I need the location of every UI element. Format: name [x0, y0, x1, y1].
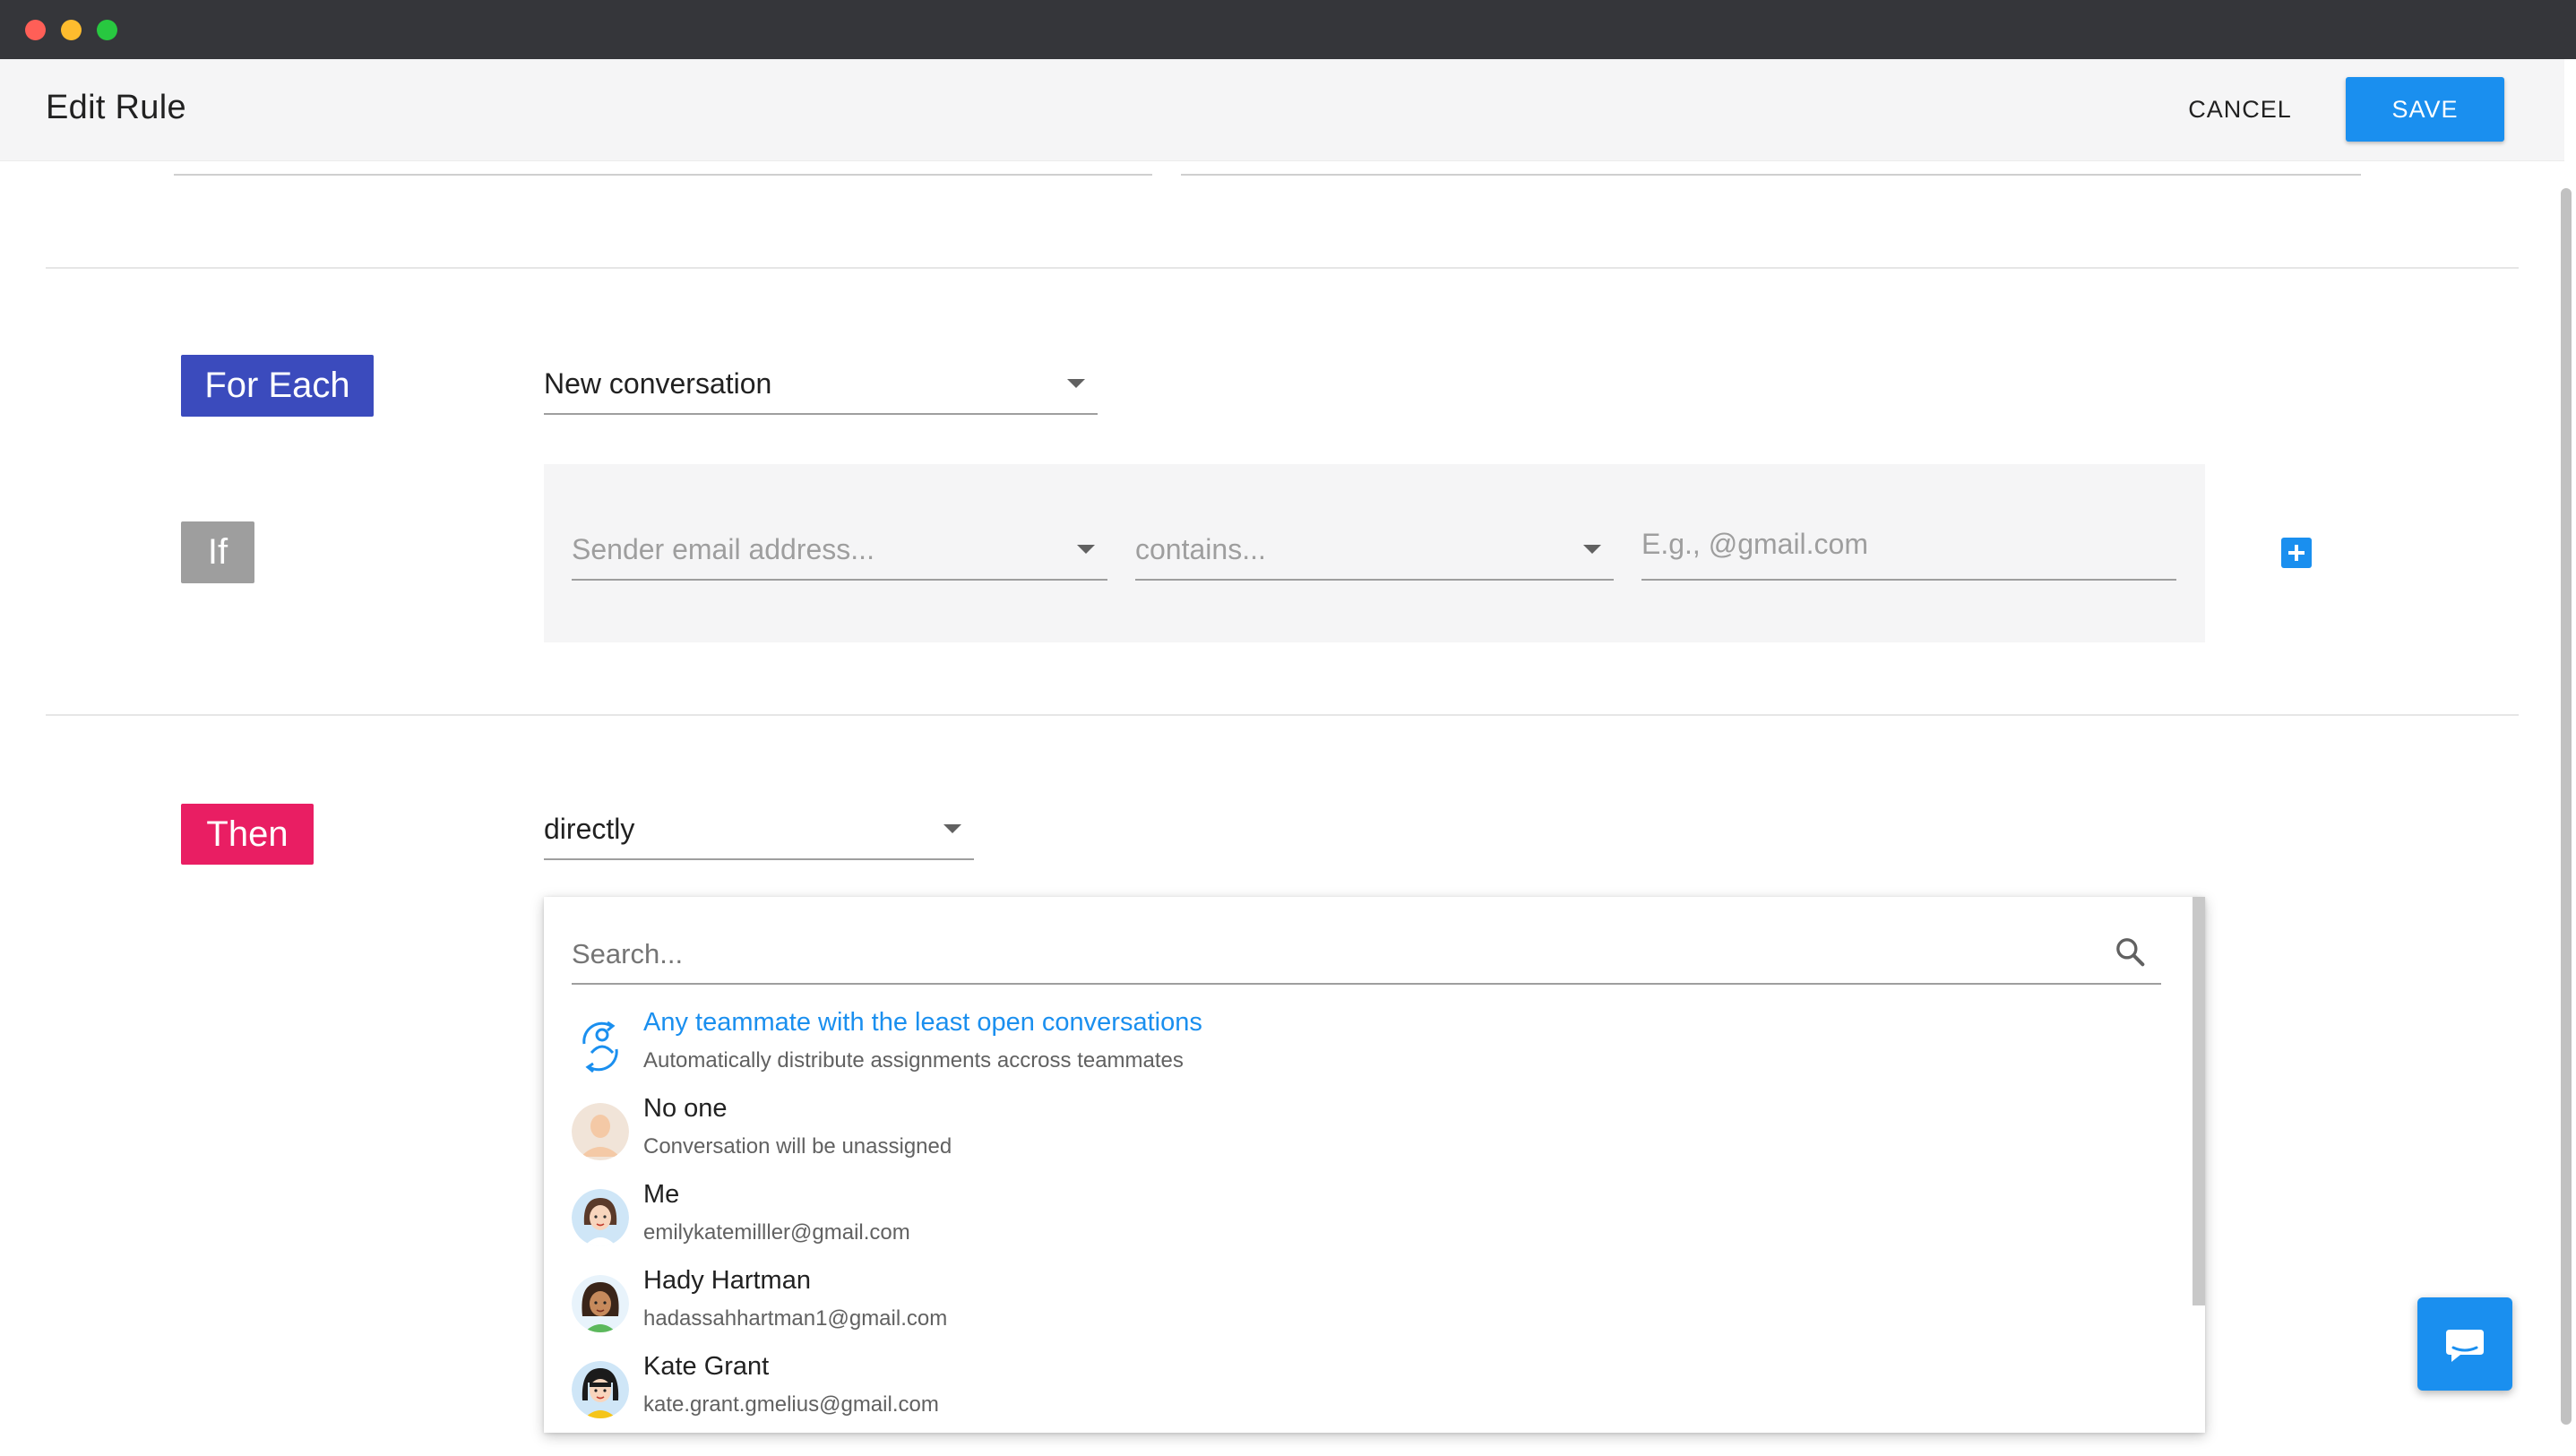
- minimize-window-button[interactable]: [61, 20, 82, 40]
- if-tag: If: [181, 521, 254, 583]
- chevron-down-icon: [1583, 545, 1601, 554]
- blank-avatar-icon: [572, 1103, 629, 1160]
- option-title: Hady Hartman: [643, 1266, 811, 1295]
- chevron-down-icon: [1077, 545, 1095, 554]
- action-select-value: directly: [544, 813, 635, 845]
- condition-value-input[interactable]: [1641, 520, 2176, 581]
- save-button[interactable]: SAVE: [2346, 77, 2504, 142]
- option-title: Any teammate with the least open convers…: [643, 1008, 1202, 1037]
- for-each-tag: For Each: [181, 355, 374, 417]
- condition-field-placeholder: Sender email address...: [572, 533, 874, 565]
- avatar-icon: [572, 1361, 629, 1418]
- section-divider: [46, 714, 2519, 716]
- assignee-option-no-one[interactable]: No one Conversation will be unassigned: [572, 1094, 2175, 1176]
- option-title: Me: [643, 1180, 680, 1209]
- assignee-option-hady-hartman[interactable]: Hady Hartman hadassahhartman1@gmail.com: [572, 1266, 2175, 1348]
- add-condition-button[interactable]: [2281, 538, 2312, 568]
- chevron-down-icon: [1067, 379, 1085, 388]
- chat-bubble-icon: [2446, 1330, 2484, 1362]
- option-title: Kate Grant: [643, 1352, 770, 1381]
- avatar-icon: [572, 1189, 629, 1246]
- rule-description-field-underline[interactable]: [1181, 174, 2361, 176]
- section-divider: [46, 267, 2519, 269]
- close-window-button[interactable]: [25, 20, 46, 40]
- assignee-search: [572, 917, 2161, 985]
- rule-name-field-underline[interactable]: [174, 174, 1152, 176]
- assignee-option-round-robin[interactable]: Any teammate with the least open convers…: [572, 1008, 2175, 1090]
- condition-field-select[interactable]: Sender email address...: [572, 520, 1107, 581]
- option-title: No one: [643, 1094, 728, 1123]
- avatar-icon: [572, 1275, 629, 1332]
- assignee-option-kate-grant[interactable]: Kate Grant kate.grant.gmelius@gmail.com: [572, 1352, 2175, 1433]
- action-select[interactable]: directly: [544, 799, 974, 860]
- option-subtitle: Automatically distribute assignments acc…: [643, 1048, 1184, 1073]
- cancel-button[interactable]: CANCEL: [2168, 77, 2312, 142]
- chevron-down-icon: [943, 824, 961, 833]
- round-robin-icon: [582, 1021, 618, 1073]
- window-titlebar: [0, 0, 2576, 59]
- dropdown-scrollbar[interactable]: [2193, 897, 2205, 1305]
- option-subtitle: hadassahhartman1@gmail.com: [643, 1306, 948, 1331]
- assignee-option-me[interactable]: Me emilykatemilller@gmail.com: [572, 1180, 2175, 1262]
- option-subtitle: Conversation will be unassigned: [643, 1134, 952, 1159]
- chat-button[interactable]: [2417, 1297, 2512, 1391]
- page-title: Edit Rule: [46, 89, 186, 126]
- condition-operator-placeholder: contains...: [1135, 533, 1266, 565]
- then-tag: Then: [181, 804, 314, 865]
- trigger-select[interactable]: New conversation: [544, 354, 1098, 415]
- assignee-search-input[interactable]: [572, 917, 2086, 981]
- condition-operator-select[interactable]: contains...: [1135, 520, 1614, 581]
- page-scrollbar[interactable]: [2561, 188, 2572, 1425]
- search-icon[interactable]: [2113, 935, 2149, 970]
- option-subtitle: emilykatemilller@gmail.com: [643, 1220, 910, 1245]
- app-header: Edit Rule CANCEL SAVE: [0, 59, 2564, 161]
- trigger-select-value: New conversation: [544, 367, 772, 400]
- option-subtitle: kate.grant.gmelius@gmail.com: [643, 1392, 939, 1417]
- maximize-window-button[interactable]: [97, 20, 117, 40]
- assignee-dropdown: Any teammate with the least open convers…: [544, 897, 2205, 1433]
